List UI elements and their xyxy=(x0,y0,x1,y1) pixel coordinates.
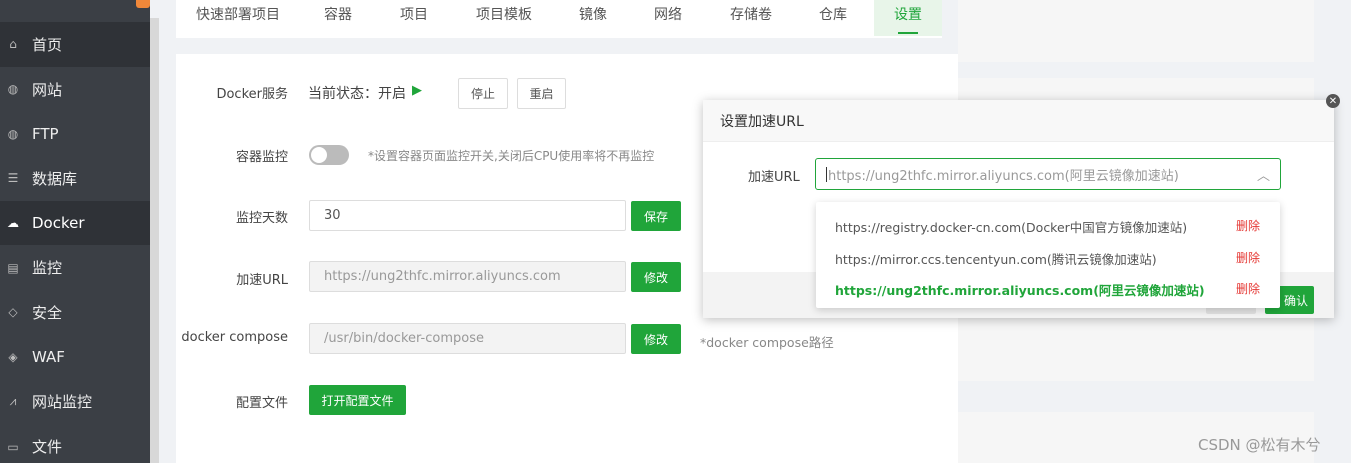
compose-hint: *docker compose路径 xyxy=(700,335,834,350)
play-icon: ▶ xyxy=(412,83,422,98)
stop-button[interactable]: 停止 xyxy=(458,78,508,109)
folder-icon: ▭ xyxy=(7,439,19,454)
sidebar-item-security[interactable]: ◇ 安全 xyxy=(0,290,150,335)
ftp-icon: ◍ xyxy=(7,126,19,141)
sidebar: ⌂ 首页 ◍ 网站 ◍ FTP ☰ 数据库 ☁ Docker ▤ 监控 ◇ 安全 ◈ WAF ⩘… xyxy=(0,0,150,463)
notification-badge xyxy=(136,0,150,8)
home-icon: ⌂ xyxy=(9,37,17,52)
sidebar-item-label: 首页 xyxy=(32,35,63,54)
tab-containers[interactable]: 容器 xyxy=(324,4,352,24)
dialog-header: 设置加速URL xyxy=(703,100,1334,142)
sidebar-item-home[interactable]: ⌂ 首页 xyxy=(0,22,150,67)
container-monitor-hint: *设置容器页面监控开关,关闭后CPU使用率将不再监控 xyxy=(368,149,655,163)
tab-quick-deploy[interactable]: 快速部署项目 xyxy=(196,4,280,24)
sidebar-item-label: 文件 xyxy=(32,438,63,457)
delete-option-button[interactable]: 删除 xyxy=(1236,280,1260,297)
monitor-icon: ▤ xyxy=(7,260,19,275)
save-button[interactable]: 保存 xyxy=(631,201,681,231)
tab-settings[interactable]: 设置 xyxy=(874,0,942,36)
mirror-url-label: 加速URL xyxy=(236,273,288,288)
sidebar-item-ftp[interactable]: ◍ FTP xyxy=(0,111,150,156)
compose-path-input: /usr/bin/docker-compose xyxy=(309,323,626,354)
delete-option-button[interactable]: 删除 xyxy=(1236,249,1260,266)
sidebar-item-label: 数据库 xyxy=(32,169,78,188)
active-tab-indicator xyxy=(898,32,918,34)
compose-label: docker compose xyxy=(181,330,288,345)
toggle-knob xyxy=(311,147,327,163)
sidebar-item-label: Docker xyxy=(32,214,85,233)
monitor-days-input[interactable]: 30 xyxy=(309,200,626,231)
docker-service-label: Docker服务 xyxy=(216,87,288,102)
dialog-field-label: 加速URL xyxy=(748,170,800,185)
tab-projects[interactable]: 项目 xyxy=(400,4,428,24)
watermark: CSDN @松有木兮 xyxy=(1198,436,1321,454)
text-cursor xyxy=(826,167,827,182)
chevron-up-icon: ︿ xyxy=(1256,169,1270,184)
sidebar-item-site-monitor[interactable]: ⩘ 网站监控 xyxy=(0,380,150,425)
tab-registry[interactable]: 仓库 xyxy=(819,4,847,24)
sidebar-item-waf[interactable]: ◈ WAF xyxy=(0,335,150,380)
container-monitor-label: 容器监控 xyxy=(235,150,288,165)
docker-icon: ☁ xyxy=(7,216,19,231)
sidebar-header xyxy=(0,0,150,22)
sidebar-item-monitor[interactable]: ▤ 监控 xyxy=(0,245,150,290)
globe-icon: ◍ xyxy=(7,82,19,97)
docker-status-text: 当前状态：开启 xyxy=(308,86,406,102)
dropdown-option-selected[interactable]: https://ung2thfc.mirror.aliyuncs.com(阿里云… xyxy=(835,280,1205,299)
docker-tabs: 快速部署项目 容器 项目 项目模板 镜像 网络 存储卷 仓库 设置 xyxy=(176,0,942,38)
config-file-label: 配置文件 xyxy=(235,396,288,411)
edit-mirror-button[interactable]: 修改 xyxy=(631,262,681,292)
close-icon[interactable]: ✕ xyxy=(1326,94,1340,108)
sidebar-item-label: FTP xyxy=(32,124,59,143)
sidebar-item-label: 网站 xyxy=(32,80,63,99)
tab-networks[interactable]: 网络 xyxy=(654,4,682,24)
sidebar-item-database[interactable]: ☰ 数据库 xyxy=(0,156,150,201)
mirror-url-input: https://ung2thfc.mirror.aliyuncs.com xyxy=(309,261,626,292)
background-card xyxy=(958,0,1314,62)
mirror-url-select[interactable]: https://ung2thfc.mirror.aliyuncs.com(阿里云… xyxy=(815,158,1281,190)
waf-icon: ◈ xyxy=(8,350,18,365)
restart-button[interactable]: 重启 xyxy=(517,78,566,109)
chart-icon: ⩘ xyxy=(9,394,17,409)
monitor-days-label: 监控天数 xyxy=(235,211,288,226)
tab-settings-label: 设置 xyxy=(894,7,922,23)
sidebar-item-website[interactable]: ◍ 网站 xyxy=(0,67,150,112)
dropdown-option[interactable]: https://registry.docker-cn.com(Docker中国官… xyxy=(835,217,1187,236)
open-config-button[interactable]: 打开配置文件 xyxy=(309,385,406,415)
mirror-url-dropdown: https://registry.docker-cn.com(Docker中国官… xyxy=(816,202,1280,308)
select-placeholder: https://ung2thfc.mirror.aliyuncs.com(阿里云… xyxy=(828,168,1179,184)
database-icon: ☰ xyxy=(7,171,19,186)
dropdown-option[interactable]: https://mirror.ccs.tencentyun.com(腾讯云镜像加… xyxy=(835,249,1157,268)
delete-option-button[interactable]: 删除 xyxy=(1236,217,1260,234)
edit-compose-button[interactable]: 修改 xyxy=(631,324,681,354)
sidebar-item-label: 网站监控 xyxy=(32,393,93,412)
sidebar-item-label: 监控 xyxy=(32,259,63,278)
container-monitor-toggle[interactable] xyxy=(309,145,349,165)
dialog-title: 设置加速URL xyxy=(720,113,804,130)
shield-icon: ◇ xyxy=(8,305,18,320)
sidebar-item-docker[interactable]: ☁ Docker xyxy=(0,200,150,246)
tab-images[interactable]: 镜像 xyxy=(579,4,607,24)
sidebar-item-label: WAF xyxy=(32,348,65,367)
sidebar-item-files[interactable]: ▭ 文件 xyxy=(0,424,150,463)
tab-volumes[interactable]: 存储卷 xyxy=(730,4,772,24)
tab-project-templates[interactable]: 项目模板 xyxy=(476,4,532,24)
sidebar-item-label: 安全 xyxy=(32,303,63,322)
